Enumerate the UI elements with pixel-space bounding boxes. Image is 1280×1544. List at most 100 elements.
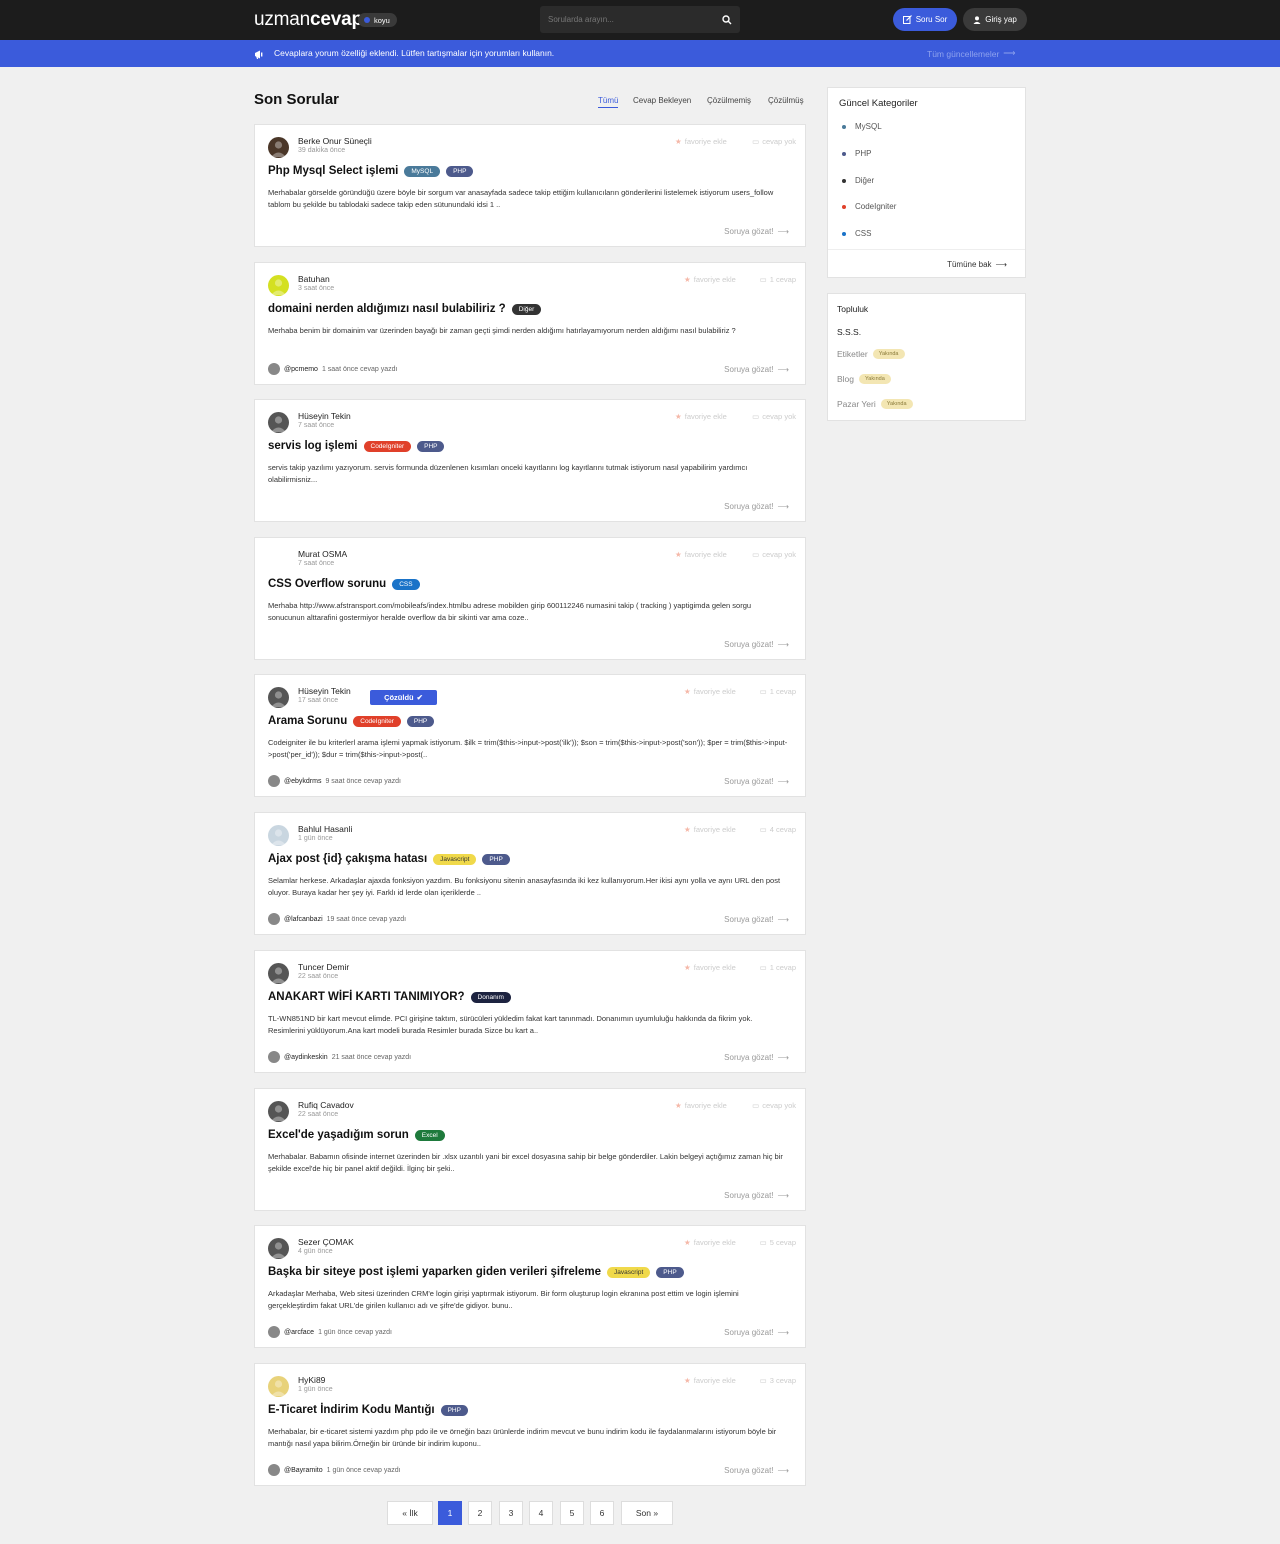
browse-question-link[interactable]: Soruya gözat! ⟶ bbox=[724, 777, 789, 786]
tag-badge[interactable]: PHP bbox=[440, 1404, 468, 1416]
browse-question-link[interactable]: Soruya gözat! ⟶ bbox=[724, 1466, 789, 1475]
pagination-page-4[interactable]: 4 bbox=[529, 1501, 553, 1525]
question-card[interactable]: HyKi89 1 gün önce ★ favoriye ekle ▭ 3 cevap E-… bbox=[254, 1363, 806, 1486]
community-item-tags[interactable]: Etiketler Yakında bbox=[837, 349, 905, 359]
site-logo[interactable]: uzmancevap bbox=[254, 9, 363, 31]
author-avatar[interactable] bbox=[268, 825, 289, 846]
search-icon[interactable] bbox=[719, 12, 734, 27]
question-card[interactable]: Sezer ÇOMAK 4 gün önce ★ favoriye ekle ▭ 5 ce… bbox=[254, 1225, 806, 1348]
tag-badge[interactable]: PHP bbox=[406, 715, 435, 727]
replier-name[interactable]: @arcface bbox=[284, 1329, 314, 1336]
category-item-css[interactable]: CSS bbox=[842, 229, 871, 238]
pagination-page-1[interactable]: 1 bbox=[438, 1501, 462, 1525]
login-button[interactable]: Giriş yap bbox=[963, 8, 1027, 31]
tag-badge[interactable]: Javascript bbox=[607, 1266, 651, 1278]
author-name[interactable]: Bahlul Hasanli bbox=[298, 824, 352, 834]
replier-avatar[interactable] bbox=[268, 363, 280, 375]
question-title[interactable]: CSS Overflow sorunu bbox=[268, 578, 386, 590]
tag-badge[interactable]: CodeIgniter bbox=[363, 440, 412, 452]
ask-question-button[interactable]: Soru Sor bbox=[893, 8, 957, 31]
add-favorite-button[interactable]: ★ favoriye ekle bbox=[684, 963, 736, 972]
theme-toggle[interactable]: koyu bbox=[358, 13, 397, 27]
author-name[interactable]: Batuhan bbox=[298, 274, 330, 284]
browse-question-link[interactable]: Soruya gözat! ⟶ bbox=[724, 502, 789, 511]
tag-badge[interactable]: CSS bbox=[392, 578, 420, 590]
add-favorite-button[interactable]: ★ favoriye ekle bbox=[684, 1238, 736, 1247]
author-avatar[interactable] bbox=[268, 1376, 289, 1397]
replier-name[interactable]: @lafcanbazi bbox=[284, 916, 323, 923]
replier-avatar[interactable] bbox=[268, 1464, 280, 1476]
author-name[interactable]: Berke Onur Süneçli bbox=[298, 136, 372, 146]
replier-name[interactable]: @Bayramito bbox=[284, 1467, 323, 1474]
question-title[interactable]: Ajax post {id} çakışma hatası bbox=[268, 853, 427, 865]
browse-question-link[interactable]: Soruya gözat! ⟶ bbox=[724, 365, 789, 374]
question-card[interactable]: Batuhan 3 saat önce ★ favoriye ekle ▭ 1 cevap… bbox=[254, 262, 806, 385]
pagination-page-6[interactable]: 6 bbox=[590, 1501, 614, 1525]
tag-badge[interactable]: Donanım bbox=[470, 991, 511, 1003]
tag-badge[interactable]: PHP bbox=[446, 165, 474, 177]
pagination-page-2[interactable]: 2 bbox=[468, 1501, 492, 1525]
tag-badge[interactable]: Javascript bbox=[433, 853, 477, 865]
replier-name[interactable]: @ebykdrms bbox=[284, 778, 321, 785]
question-card[interactable]: Hüseyin Tekin 7 saat önce ★ favoriye ekle ▭ c… bbox=[254, 399, 806, 522]
question-card[interactable]: Tuncer Demir 22 saat önce ★ favoriye ekle ▭ 1… bbox=[254, 950, 806, 1073]
question-card[interactable]: Rufiq Cavadov 22 saat önce ★ favoriye ekle ▭… bbox=[254, 1088, 806, 1211]
author-name[interactable]: HyKi89 bbox=[298, 1375, 325, 1385]
question-title[interactable]: servis log işlemi bbox=[268, 440, 358, 452]
author-name[interactable]: Tuncer Demir bbox=[298, 962, 349, 972]
add-favorite-button[interactable]: ★ favoriye ekle bbox=[684, 1376, 736, 1385]
author-name[interactable]: Rufiq Cavadov bbox=[298, 1100, 354, 1110]
add-favorite-button[interactable]: ★ favoriye ekle bbox=[675, 137, 727, 146]
category-item-codeigniter[interactable]: CodeIgniter bbox=[842, 202, 896, 211]
browse-question-link[interactable]: Soruya gözat! ⟶ bbox=[724, 640, 789, 649]
browse-question-link[interactable]: Soruya gözat! ⟶ bbox=[724, 915, 789, 924]
question-card[interactable]: Bahlul Hasanli 1 gün önce ★ favoriye ekle ▭ 4… bbox=[254, 812, 806, 935]
question-title[interactable]: Excel'de yaşadığım sorun bbox=[268, 1129, 409, 1141]
add-favorite-button[interactable]: ★ favoriye ekle bbox=[684, 275, 736, 284]
author-avatar[interactable] bbox=[268, 1101, 289, 1122]
add-favorite-button[interactable]: ★ favoriye ekle bbox=[675, 412, 727, 421]
filter-tab-all[interactable]: Tümü bbox=[598, 96, 619, 108]
search-input[interactable] bbox=[540, 6, 710, 33]
author-name[interactable]: Hüseyin Tekin bbox=[298, 411, 351, 421]
tag-badge[interactable]: PHP bbox=[482, 853, 510, 865]
question-title[interactable]: E-Ticaret İndirim Kodu Mantığı bbox=[268, 1404, 435, 1416]
pagination-first[interactable]: « İlk bbox=[387, 1501, 433, 1525]
question-title[interactable]: ANAKART WİFİ KARTI TANIMIYOR? bbox=[268, 991, 465, 1003]
replier-avatar[interactable] bbox=[268, 1326, 280, 1338]
category-item-other[interactable]: Diğer bbox=[842, 176, 874, 185]
author-name[interactable]: Murat OSMA bbox=[298, 549, 347, 559]
filter-tab-awaiting-answer[interactable]: Cevap Bekleyen bbox=[633, 96, 691, 105]
pagination-page-3[interactable]: 3 bbox=[499, 1501, 523, 1525]
all-categories-link[interactable]: Tümüne bak ⟶ bbox=[947, 260, 1007, 269]
question-title[interactable]: Arama Sorunu bbox=[268, 715, 347, 727]
replier-name[interactable]: @pcmemo bbox=[284, 366, 318, 373]
author-avatar[interactable] bbox=[268, 412, 289, 433]
question-title[interactable]: Başka bir siteye post işlemi yaparken gi… bbox=[268, 1266, 601, 1278]
add-favorite-button[interactable]: ★ favoriye ekle bbox=[675, 550, 727, 559]
tag-badge[interactable]: PHP bbox=[656, 1266, 684, 1278]
replier-name[interactable]: @aydinkeskin bbox=[284, 1054, 328, 1061]
category-item-php[interactable]: PHP bbox=[842, 149, 871, 158]
author-avatar[interactable] bbox=[268, 275, 289, 296]
browse-question-link[interactable]: Soruya gözat! ⟶ bbox=[724, 1191, 789, 1200]
add-favorite-button[interactable]: ★ favoriye ekle bbox=[684, 825, 736, 834]
question-card[interactable]: Murat OSMA 7 saat önce ★ favoriye ekle ▭ ceva… bbox=[254, 537, 806, 660]
add-favorite-button[interactable]: ★ favoriye ekle bbox=[684, 687, 736, 696]
tag-badge[interactable]: CodeIgniter bbox=[353, 715, 401, 727]
filter-tab-solved[interactable]: Çözülmüş bbox=[768, 96, 804, 105]
browse-question-link[interactable]: Soruya gözat! ⟶ bbox=[724, 1328, 789, 1337]
pagination-last[interactable]: Son » bbox=[621, 1501, 673, 1525]
category-item-mysql[interactable]: MySQL bbox=[842, 122, 882, 131]
browse-question-link[interactable]: Soruya gözat! ⟶ bbox=[724, 1053, 789, 1062]
filter-tab-unsolved[interactable]: Çözülmemiş bbox=[707, 96, 751, 105]
question-title[interactable]: domaini nerden aldığımızı nasıl bulabili… bbox=[268, 303, 506, 315]
tag-badge[interactable]: MySQL bbox=[404, 165, 441, 177]
question-card[interactable]: Hüseyin Tekin 17 saat önce Çözüldü ✔ ★ favori… bbox=[254, 674, 806, 797]
author-avatar[interactable] bbox=[268, 550, 289, 571]
pagination-page-5[interactable]: 5 bbox=[560, 1501, 584, 1525]
replier-avatar[interactable] bbox=[268, 1051, 280, 1063]
author-avatar[interactable] bbox=[268, 1238, 289, 1259]
author-avatar[interactable] bbox=[268, 963, 289, 984]
author-name[interactable]: Hüseyin Tekin bbox=[298, 686, 351, 696]
